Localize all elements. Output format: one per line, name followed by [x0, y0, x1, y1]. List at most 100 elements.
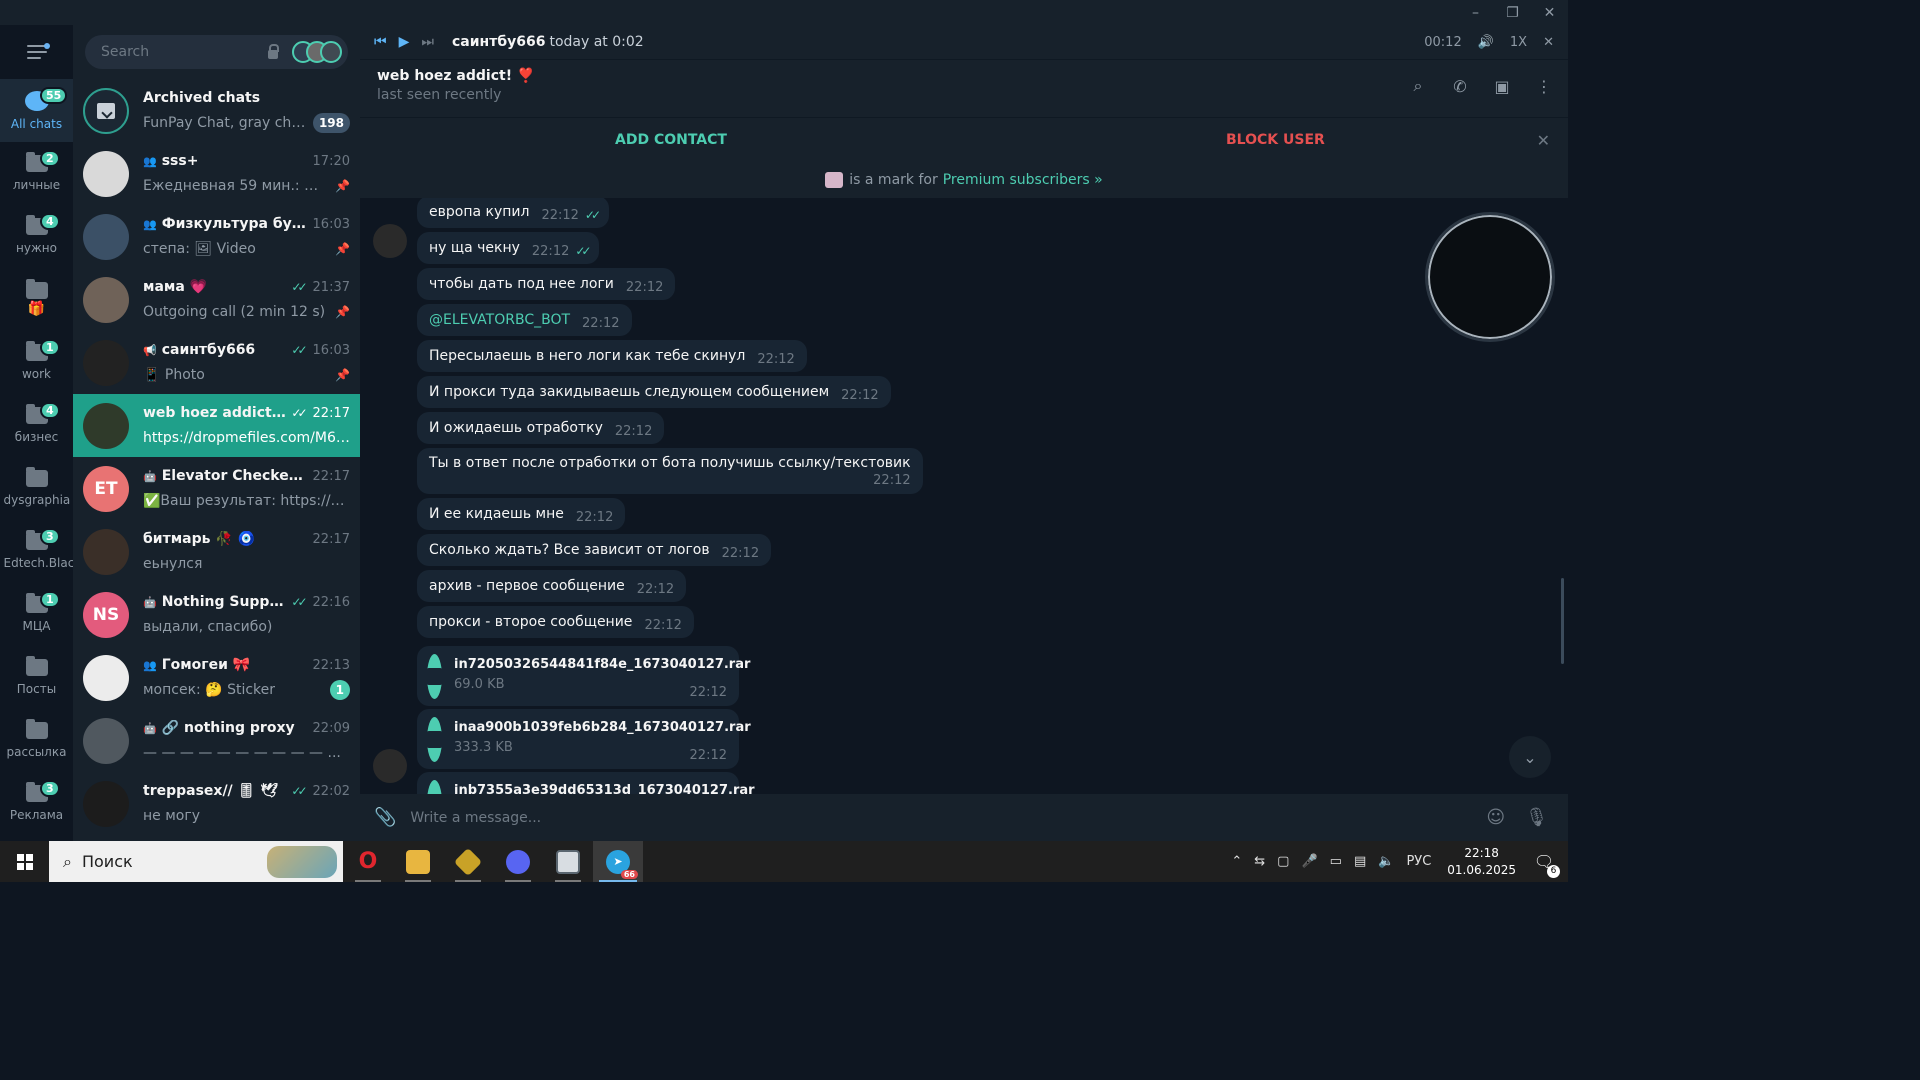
folder-unread-badge: 2: [40, 150, 60, 167]
folder-рассылка[interactable]: рассылка: [0, 709, 73, 772]
avatar: [83, 276, 129, 323]
player-title[interactable]: саинтбу666: [452, 34, 545, 50]
phone-icon[interactable]: ✆: [1450, 76, 1470, 96]
network-share-icon[interactable]: ⇆: [1254, 854, 1265, 869]
clock[interactable]: 22:18 01.06.2025: [1447, 845, 1516, 879]
message-area[interactable]: ⌄ европа купил 22:12 ✓✓ ну ща чекну 22:12 ✓✓ ч…: [360, 198, 1568, 794]
video-message-circle[interactable]: [1425, 212, 1555, 342]
emoji-icon[interactable]: ☺: [1486, 807, 1505, 828]
file-message[interactable]: in72050326544841f84e_1673040127.rar 69.0 …: [417, 646, 750, 706]
discord-app[interactable]: [493, 841, 543, 882]
sender-avatar[interactable]: [373, 224, 407, 258]
folder-нужно[interactable]: 4 нужно: [0, 205, 73, 268]
folder-личные[interactable]: 2 личные: [0, 142, 73, 205]
chat-title: web hoez addict! ❣️: [377, 68, 535, 84]
scrollbar[interactable]: [1561, 578, 1564, 664]
volume-icon[interactable]: 🔊: [1478, 35, 1494, 50]
folder-посты[interactable]: Посты: [0, 646, 73, 709]
stories-avatars[interactable]: [292, 41, 342, 63]
message-mention-link[interactable]: @ELEVATORBC_BOT 22:12: [417, 304, 632, 336]
sidebar-toggle-icon[interactable]: ▣: [1492, 76, 1512, 96]
previous-track-icon[interactable]: ⏮: [374, 34, 387, 50]
message-time: 22:12: [625, 279, 664, 295]
chat-list-item[interactable]: 👥 Физкультура будет ... 16:03 степа: 🖼 Vide…: [73, 205, 360, 268]
folder-gift[interactable]: 🎁: [0, 268, 73, 331]
chat-list-item[interactable]: 👥 sss+ 17:20 Ежедневная 59 мин.: пидо... 📌: [73, 142, 360, 205]
premium-link[interactable]: Premium subscribers »: [943, 172, 1103, 188]
folder-all-chats[interactable]: 55 All chats: [0, 79, 73, 142]
more-options-icon[interactable]: ⋮: [1534, 76, 1554, 96]
spreadsheet-app[interactable]: [443, 841, 493, 882]
restore-button[interactable]: ❐: [1494, 0, 1531, 25]
chat-name: саинтбу666: [161, 342, 256, 358]
read-checks-icon: ✓✓: [584, 208, 601, 222]
message-text: прокси - второе сообщение: [429, 614, 633, 630]
search-input[interactable]: Search: [85, 35, 348, 69]
chat-list-item[interactable]: мама 💗 ✓✓ 21:37 Outgoing call (2 min 12 s) 📌: [73, 268, 360, 331]
folder-unread-badge: 4: [40, 402, 60, 419]
chat-header[interactable]: web hoez addict! ❣️ last seen recently ⌕…: [360, 60, 1568, 117]
chat-list-item[interactable]: 👥 Гомогеи 🎀 22:13 мопсек: 🤔 Sticker 1: [73, 646, 360, 709]
chat-list-item[interactable]: 📢 саинтбу666 ✓✓ 16:03 📱 Photo 📌: [73, 331, 360, 394]
chat-list-item[interactable]: treppasex// 🎚 🕊 ✓✓ 22:02 не могу: [73, 772, 360, 835]
window-app[interactable]: [543, 841, 593, 882]
chat-list-item[interactable]: 🤖 🔗 nothing proxy 22:09 — — — — — — — — — —…: [73, 709, 360, 772]
chat-time: 16:03: [312, 342, 350, 358]
file-download-icon[interactable]: [427, 717, 442, 762]
scroll-down-icon[interactable]: ⌄: [1509, 736, 1551, 778]
folder-dysgraphia[interactable]: dysgraphia: [0, 457, 73, 520]
language-indicator[interactable]: РУС: [1406, 854, 1431, 869]
folder-label: Edtech.Black: [3, 556, 82, 570]
clock-date: 01.06.2025: [1447, 862, 1516, 877]
folder-edtech-black[interactable]: 3 Edtech.Black: [0, 520, 82, 583]
message-input[interactable]: Write a message...: [410, 810, 1486, 826]
audio-player-bar: ⏮ ▶ ⏭ саинтбу666 today at 0:02 00:12 🔊 1…: [360, 25, 1568, 60]
file-message[interactable]: inaa900b1039feb6b284_1673040127.rar 333.3…: [417, 709, 751, 769]
block-user-button[interactable]: BLOCK USER: [1226, 132, 1325, 148]
opera-app[interactable]: O: [343, 841, 393, 882]
chat-list-item[interactable]: битмарь 🥀 🧿 22:17 еьнулся: [73, 520, 360, 583]
folder-мца[interactable]: 1 МЦА: [0, 583, 73, 646]
window-controls: – ❐ ✕: [1457, 0, 1568, 25]
file-message[interactable]: inb7355a3e39dd65313d_1673040127.rar: [417, 772, 755, 794]
file-explorer-app[interactable]: [393, 841, 443, 882]
sender-avatar[interactable]: [373, 749, 407, 783]
close-player-icon[interactable]: ✕: [1543, 35, 1554, 50]
taskbar-search[interactable]: ⌕ Поиск: [49, 841, 343, 882]
system-tray: ⌃ ⇆ ▢ 🎤 ▭ ▤ 🔈 РУС 22:18 01.06.2025 🗨 6: [1225, 841, 1568, 882]
search-icon[interactable]: ⌕: [1408, 76, 1428, 96]
main-menu-button[interactable]: [0, 25, 73, 79]
add-contact-button[interactable]: ADD CONTACT: [615, 132, 727, 148]
folder-бизнес[interactable]: 4 бизнес: [0, 394, 73, 457]
playback-speed[interactable]: 1X: [1510, 35, 1527, 50]
chat-name: Физкультура будет ...: [161, 216, 307, 232]
start-button[interactable]: [0, 841, 49, 882]
close-action-bar-icon[interactable]: ✕: [1537, 131, 1550, 150]
chat-type-icon: 📢: [143, 343, 157, 357]
next-track-icon[interactable]: ⏭: [421, 34, 434, 50]
file-download-icon[interactable]: [427, 654, 442, 699]
speaker-icon[interactable]: 🔈: [1378, 854, 1394, 869]
display-icon[interactable]: ▤: [1354, 854, 1366, 869]
folder-unread-badge: 3: [40, 780, 60, 797]
clock-time: 22:18: [1464, 845, 1499, 860]
folder-work[interactable]: 1 work: [0, 331, 73, 394]
close-window-button[interactable]: ✕: [1531, 0, 1568, 25]
chat-list-item[interactable]: NS 🤖 Nothing Support 🎗✓✓ 22:16 выдали, спаси…: [73, 583, 360, 646]
attach-icon[interactable]: 📎: [374, 807, 396, 828]
notifications-icon[interactable]: 🗨 6: [1530, 850, 1560, 878]
chat-list-item[interactable]: web hoez addict! ❣️ ✓✓ 22:17 https://dropme…: [73, 394, 360, 457]
play-icon[interactable]: ▶: [399, 34, 410, 50]
camera-icon[interactable]: ▢: [1277, 854, 1289, 869]
microphone-icon[interactable]: 🎙: [1525, 807, 1548, 828]
archived-chats-item[interactable]: Archived chats FunPay Chat, gray chat, B.…: [73, 79, 360, 142]
chevron-up-icon[interactable]: ⌃: [1231, 854, 1242, 869]
lock-icon[interactable]: [268, 43, 279, 59]
folder-реклама[interactable]: 3 Реклама: [0, 772, 73, 835]
telegram-app[interactable]: ➤ 66: [593, 841, 643, 882]
microphone-icon[interactable]: 🎤: [1301, 854, 1317, 869]
battery-icon[interactable]: ▭: [1330, 854, 1342, 869]
chat-list-item[interactable]: ET 🤖 Elevator Checker in TG 22:17 ✅Ваш резул…: [73, 457, 360, 520]
file-download-icon[interactable]: [427, 780, 442, 794]
minimize-button[interactable]: –: [1457, 0, 1494, 25]
